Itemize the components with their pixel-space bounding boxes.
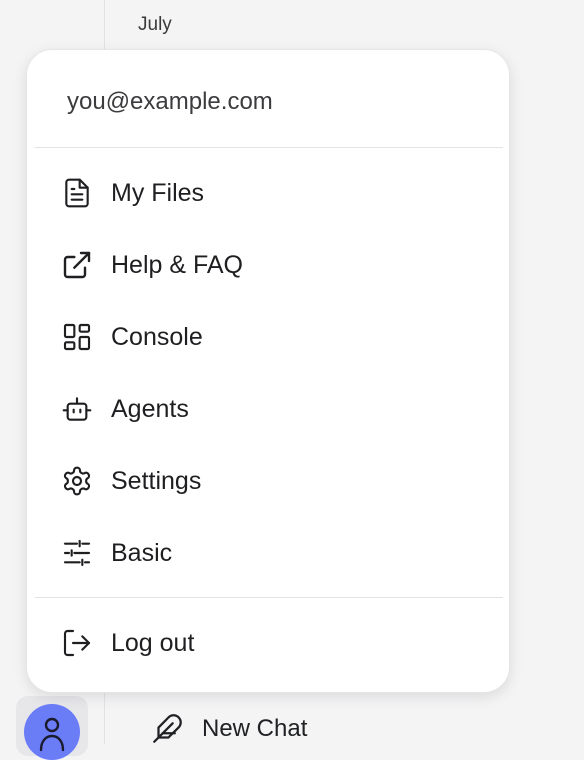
menu-item-label: Help & FAQ: [111, 250, 243, 279]
menu-item-agents[interactable]: Agents: [27, 379, 511, 439]
sliders-icon: [61, 537, 93, 569]
menu-item-settings[interactable]: Settings: [27, 451, 511, 511]
menu-item-my-files[interactable]: My Files: [27, 163, 511, 223]
menu-item-console[interactable]: Console: [27, 307, 511, 367]
user-icon: [39, 717, 65, 752]
new-chat-button[interactable]: New Chat: [150, 712, 307, 746]
logout-label: Log out: [111, 628, 195, 657]
feather-icon: [153, 714, 182, 743]
logout-icon: [61, 627, 93, 659]
gear-icon: [61, 465, 93, 497]
file-icon: [61, 177, 93, 209]
new-chat-label: New Chat: [202, 715, 308, 742]
menu-item-label: Agents: [111, 394, 189, 423]
menu-item-label: Settings: [111, 466, 202, 495]
account-email: you@example.com: [67, 88, 273, 115]
menu-item-label: Console: [111, 322, 203, 351]
logout-button[interactable]: Log out: [27, 613, 511, 673]
menu-item-label: My Files: [111, 178, 205, 207]
chat-group-month-label: July: [138, 14, 172, 35]
external-link-icon: [61, 249, 93, 281]
menu-item-label: Basic: [111, 538, 173, 567]
avatar[interactable]: [24, 704, 80, 760]
menu-item-help-faq[interactable]: Help & FAQ: [27, 235, 511, 295]
menu-divider: [35, 597, 503, 598]
account-menu: you@example.com My Files Help & FAQ Cons…: [26, 49, 510, 693]
menu-item-basic[interactable]: Basic: [27, 523, 511, 583]
robot-icon: [61, 393, 93, 425]
menu-divider: [35, 147, 503, 148]
dashboard-icon: [61, 321, 93, 353]
